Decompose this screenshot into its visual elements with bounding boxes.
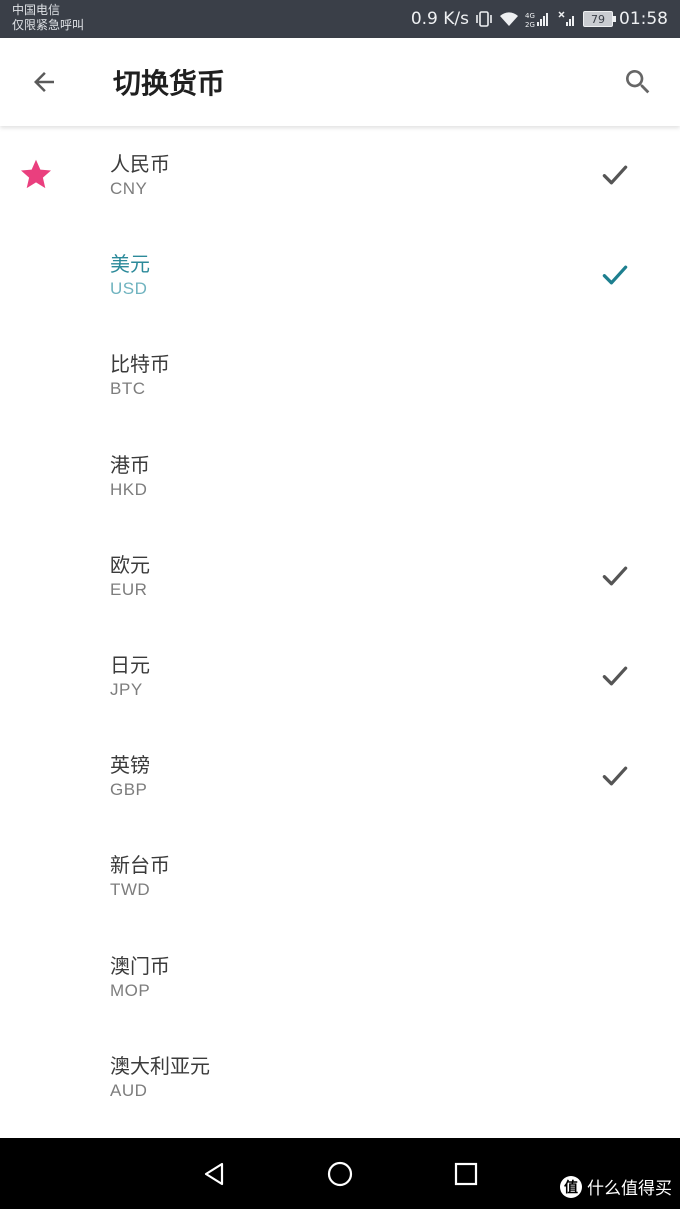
vibrate-icon (475, 10, 493, 28)
search-icon (626, 70, 650, 94)
network-speed: 0.9 K/s (410, 9, 469, 29)
currency-code: USD (110, 279, 148, 299)
carrier-info: 中国电信 仅限紧急呼叫 (12, 3, 84, 33)
currency-name: 澳大利亚元 (110, 1053, 210, 1078)
currency-item-twd[interactable]: 新台币 TWD (0, 827, 680, 927)
currency-name: 港币 (110, 452, 150, 477)
currency-item-btc[interactable]: 比特币 BTC (0, 326, 680, 426)
currency-item-usd[interactable]: 美元 USD (0, 226, 680, 326)
check-icon[interactable] (598, 258, 632, 292)
currency-name: 人民币 (110, 152, 170, 176)
svg-text:4G: 4G (525, 12, 535, 20)
currency-name: 英镑 (110, 753, 150, 778)
currency-item-aud[interactable]: 澳大利亚元 AUD (0, 1028, 680, 1128)
battery-level: 79 (591, 12, 605, 26)
battery-icon: 79 (583, 11, 616, 27)
wifi-icon (499, 11, 519, 27)
currency-name: 澳门币 (110, 953, 170, 978)
currency-name: 日元 (110, 652, 150, 677)
currency-item-jpy[interactable]: 日元 JPY (0, 627, 680, 727)
currency-code: GBP (110, 780, 148, 800)
currency-list: 人民币 CNY 美元 USD 比特币 BTC 港币 HKD 欧元 EUR 日元 JPY 英镑 GBP 新台币… (0, 126, 680, 1138)
watermark-logo: 值 (560, 1175, 582, 1198)
nav-back-button[interactable] (198, 1158, 230, 1190)
currency-name: 新台币 (110, 853, 170, 878)
currency-name: 欧元 (110, 552, 150, 577)
carrier-name: 中国电信 (12, 3, 61, 17)
signal-4g-icon: 4G 2G (525, 10, 551, 28)
currency-code: BTC (110, 379, 146, 399)
currency-name: 比特币 (110, 352, 170, 377)
currency-code: AUD (110, 1080, 148, 1100)
currency-item-gbp[interactable]: 英镑 GBP (0, 727, 680, 827)
check-icon[interactable] (598, 559, 632, 593)
currency-code: CNY (110, 179, 148, 198)
currency-code: HKD (110, 479, 148, 499)
navigation-bar: 值 什么值得买 (0, 1138, 680, 1209)
arrow-back-icon (34, 72, 54, 92)
carrier-status: 仅限紧急呼叫 (12, 18, 85, 32)
status-bar: 中国电信 仅限紧急呼叫 0.9 K/s 4G 2G 79 01:58 (0, 0, 680, 38)
screen: 中国电信 仅限紧急呼叫 0.9 K/s 4G2G 79 01:58 切换货币 (0, 0, 680, 1209)
page-title: 切换货币 (113, 67, 226, 100)
currency-item-cny[interactable]: 人民币 CNY (0, 126, 680, 226)
clock: 01:58 (619, 9, 668, 29)
currency-item-eur[interactable]: 欧元 EUR (0, 527, 680, 627)
currency-name: 美元 (110, 252, 150, 277)
currency-item-hkd[interactable]: 港币 HKD (0, 427, 680, 527)
nav-recents-button[interactable] (450, 1158, 482, 1190)
currency-code: MOP (110, 980, 151, 1000)
currency-item-mop[interactable]: 澳门币 MOP (0, 928, 680, 1028)
svg-text:2G: 2G (525, 21, 535, 28)
signal-nosim-icon (557, 10, 577, 28)
toolbar: 切换货币 (0, 38, 680, 126)
check-icon[interactable] (598, 659, 632, 693)
status-icons: 0.9 K/s 4G 2G 79 01:58 (411, 0, 668, 38)
nav-recents-icon (454, 1162, 478, 1186)
check-icon[interactable] (598, 158, 632, 192)
currency-code: TWD (110, 880, 151, 900)
back-button[interactable] (22, 60, 66, 104)
currency-code: JPY (110, 679, 143, 699)
nav-home-button[interactable] (324, 1158, 356, 1190)
watermark-text: 什么值得买 (587, 1179, 672, 1199)
check-icon[interactable] (598, 759, 632, 793)
star-icon[interactable] (18, 156, 54, 192)
nav-back-icon (204, 1162, 224, 1186)
currency-code: EUR (110, 579, 148, 599)
nav-home-icon (327, 1161, 353, 1187)
watermark: 值 什么值得买 (560, 1174, 672, 1199)
search-button[interactable] (616, 60, 660, 104)
